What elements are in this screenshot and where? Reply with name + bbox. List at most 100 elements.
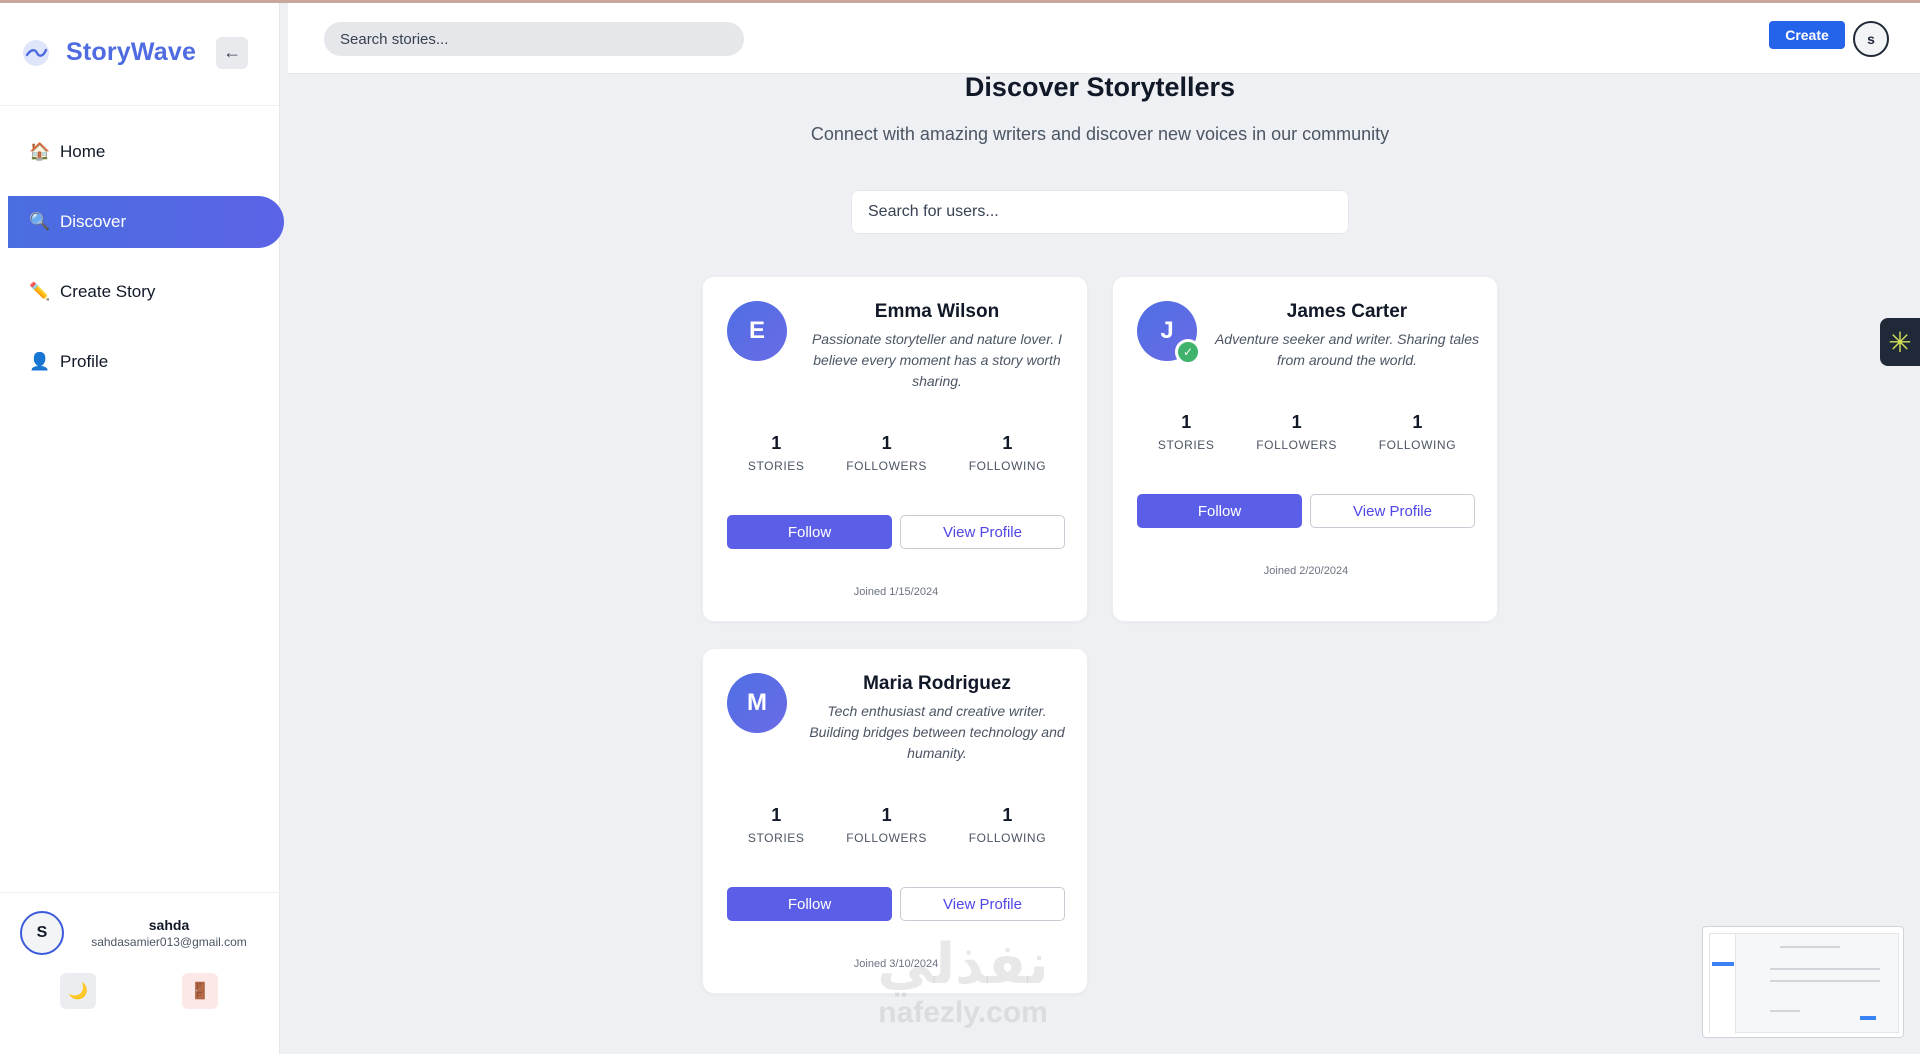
sidebar-item-create-story[interactable]: ✏️ Create Story xyxy=(8,266,284,318)
user-name[interactable]: Emma Wilson xyxy=(803,301,1071,323)
thumbnail-line xyxy=(1770,1010,1800,1012)
user-info: sahda sahdasamier013@gmail.com xyxy=(84,917,254,949)
user-email: sahdasamier013@gmail.com xyxy=(91,935,247,949)
page-subtitle: Connect with amazing writers and discove… xyxy=(810,124,1390,144)
stat-following: 1 FOLLOWING xyxy=(969,805,1046,845)
sparkle-icon: ✳ xyxy=(1888,326,1912,358)
stat-value: 1 xyxy=(771,805,782,825)
collapse-sidebar-button[interactable]: ← xyxy=(216,36,249,69)
sidebar: StoryWave ← 🏠 Home 🔍 Discover ✏️ Create … xyxy=(0,0,284,1054)
view-profile-button[interactable]: View Profile xyxy=(900,515,1065,549)
avatar[interactable]: E xyxy=(727,301,787,361)
stat-label: STORIES xyxy=(747,831,805,845)
thumbnail-active-item xyxy=(1712,962,1734,966)
pencil-icon: ✏️ xyxy=(29,282,51,301)
stat-followers: 1 FOLLOWERS xyxy=(1256,412,1337,452)
sidebar-footer: S sahda sahdasamier013@gmail.com 🌙 🚪 xyxy=(0,892,280,1054)
user-stats: 1 STORIES 1 FOLLOWERS 1 FOLLOWING xyxy=(727,433,1067,473)
follow-button[interactable]: Follow xyxy=(727,515,892,549)
user-stats: 1 STORIES 1 FOLLOWERS 1 FOLLOWING xyxy=(1137,412,1477,452)
user-icon: 👤 xyxy=(29,352,51,371)
user-card: J ✓ James Carter Adventure seeker and wr… xyxy=(1112,276,1498,622)
avatar[interactable]: M xyxy=(727,673,787,733)
search-icon: 🔍 xyxy=(29,212,51,231)
stat-value: 1 xyxy=(1002,805,1013,825)
avatar[interactable]: S xyxy=(20,911,64,955)
door-icon: 🚪 xyxy=(190,983,210,1000)
card-actions: Follow View Profile xyxy=(727,887,1065,921)
thumbnail-line xyxy=(1780,946,1840,948)
sidebar-item-label: Profile xyxy=(60,352,109,371)
user-stats: 1 STORIES 1 FOLLOWERS 1 FOLLOWING xyxy=(727,805,1067,845)
top-accent-bar xyxy=(0,0,1920,3)
user-bio: Adventure seeker and writer. Sharing tal… xyxy=(1214,331,1480,368)
follow-button[interactable]: Follow xyxy=(727,887,892,921)
avatar[interactable]: s xyxy=(1853,21,1889,57)
watermark: نفذلي nafezly.com xyxy=(853,934,1073,1030)
home-icon: 🏠 xyxy=(29,142,51,161)
stat-label: FOLLOWING xyxy=(968,831,1047,845)
stat-followers: 1 FOLLOWERS xyxy=(846,433,927,473)
stat-stories: 1 STORIES xyxy=(1158,412,1215,452)
moon-icon: 🌙 xyxy=(68,983,88,1000)
stat-label: FOLLOWERS xyxy=(846,459,927,473)
user-name[interactable]: Maria Rodriguez xyxy=(803,673,1071,695)
assistant-widget-button[interactable]: ✳ xyxy=(1880,318,1920,366)
stat-label: FOLLOWING xyxy=(968,459,1047,473)
screen-preview-thumbnail[interactable] xyxy=(1702,926,1904,1038)
stat-stories: 1 STORIES xyxy=(748,433,805,473)
thumbnail-sidebar xyxy=(1710,934,1736,1034)
stat-value: 1 xyxy=(771,433,782,453)
card-actions: Follow View Profile xyxy=(727,515,1065,549)
stat-value: 1 xyxy=(1412,412,1423,432)
stat-following: 1 FOLLOWING xyxy=(1379,412,1456,452)
user-name[interactable]: James Carter xyxy=(1213,301,1481,323)
watermark-arabic: نفذلي xyxy=(877,932,1049,995)
sidebar-item-profile[interactable]: 👤 Profile xyxy=(8,336,284,388)
stat-value: 1 xyxy=(881,433,892,453)
brand-name[interactable]: StoryWave xyxy=(66,38,196,67)
watermark-latin: nafezly.com xyxy=(878,996,1048,1029)
sidebar-item-home[interactable]: 🏠 Home xyxy=(8,126,284,178)
stat-value: 1 xyxy=(1291,412,1302,432)
stat-value: 1 xyxy=(1181,412,1192,432)
sidebar-item-discover[interactable]: 🔍 Discover xyxy=(8,196,284,248)
stat-label: STORIES xyxy=(1157,438,1215,452)
user-bio: Passionate storyteller and nature lover.… xyxy=(811,331,1063,389)
stat-value: 1 xyxy=(881,805,892,825)
card-actions: Follow View Profile xyxy=(1137,494,1475,528)
stat-following: 1 FOLLOWING xyxy=(969,433,1046,473)
joined-date: Joined 1/15/2024 xyxy=(853,586,939,598)
stat-followers: 1 FOLLOWERS xyxy=(846,805,927,845)
user-name: sahda xyxy=(148,917,190,933)
top-header: Create s xyxy=(288,0,1920,74)
create-button[interactable]: Create xyxy=(1769,21,1845,49)
sidebar-nav: 🏠 Home 🔍 Discover ✏️ Create Story 👤 Prof… xyxy=(0,126,284,388)
view-profile-button[interactable]: View Profile xyxy=(1310,494,1475,528)
verified-check-icon: ✓ xyxy=(1175,339,1201,365)
thumbnail-button xyxy=(1860,1016,1876,1020)
logout-button[interactable]: 🚪 xyxy=(182,973,218,1009)
user-bio: Tech enthusiast and creative writer. Bui… xyxy=(809,703,1065,761)
stat-stories: 1 STORIES xyxy=(748,805,805,845)
follow-button[interactable]: Follow xyxy=(1137,494,1302,528)
sidebar-item-label: Discover xyxy=(60,212,127,231)
user-search-input[interactable] xyxy=(851,190,1349,234)
stat-label: STORIES xyxy=(747,459,805,473)
brand: StoryWave ← xyxy=(0,0,279,106)
thumbnail-line xyxy=(1770,980,1880,982)
search-input[interactable] xyxy=(324,22,744,56)
thumbnail-content xyxy=(1709,933,1899,1034)
stat-label: FOLLOWERS xyxy=(846,831,927,845)
current-user[interactable]: S sahda sahdasamier013@gmail.com xyxy=(0,893,280,955)
joined-date: Joined 2/20/2024 xyxy=(1263,565,1349,577)
user-card: E Emma Wilson Passionate storyteller and… xyxy=(702,276,1088,622)
view-profile-button[interactable]: View Profile xyxy=(900,887,1065,921)
wave-logo-icon xyxy=(20,37,52,69)
sidebar-item-label: Home xyxy=(60,142,106,161)
stat-label: FOLLOWERS xyxy=(1256,438,1337,452)
thumbnail-line xyxy=(1770,968,1880,970)
footer-actions: 🌙 🚪 xyxy=(0,955,280,1009)
page-title: Discover Storytellers xyxy=(964,72,1236,102)
theme-toggle-button[interactable]: 🌙 xyxy=(60,973,96,1009)
